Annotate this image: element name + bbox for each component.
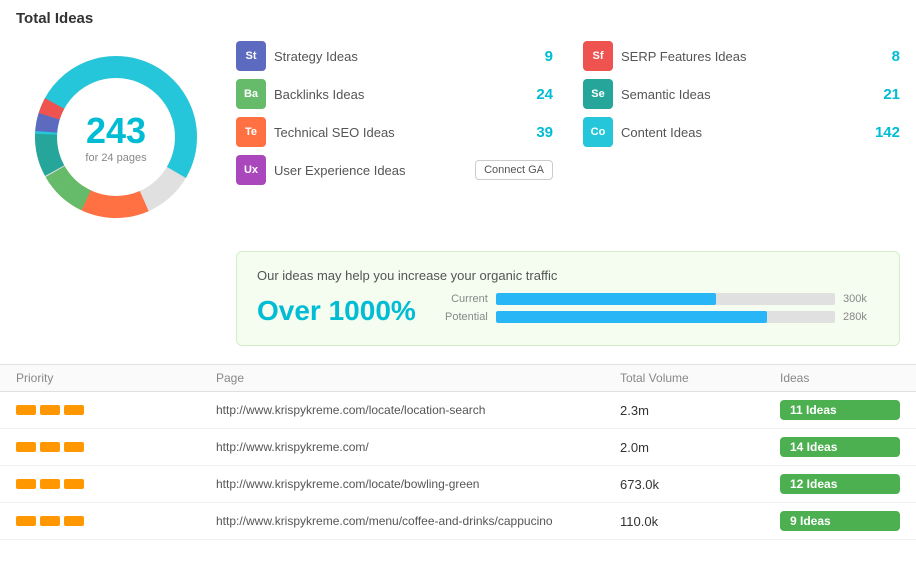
traffic-box: Our ideas may help you increase your org… — [236, 251, 900, 346]
connect-ga-button[interactable]: Connect GA — [475, 160, 553, 180]
priority-dot — [16, 516, 36, 526]
total-volume: 673.0k — [620, 477, 780, 492]
table-col-header: Page — [216, 371, 620, 385]
priority-dot — [64, 516, 84, 526]
traffic-title: Our ideas may help you increase your org… — [257, 268, 879, 283]
priority-dot — [64, 442, 84, 452]
priority-dots — [16, 442, 216, 452]
page-url[interactable]: http://www.krispykreme.com/ — [216, 440, 620, 454]
idea-row: Se Semantic Ideas 21 — [583, 79, 900, 109]
idea-row: Co Content Ideas 142 — [583, 117, 900, 147]
donut-chart: 243 for 24 pages — [16, 37, 216, 237]
priority-dots — [16, 516, 216, 526]
ideas-overview: 243 for 24 pages St Strategy Ideas 9 Sf … — [16, 37, 900, 237]
total-volume: 2.0m — [620, 440, 780, 455]
table-col-header: Total Volume — [620, 371, 780, 385]
idea-label: Backlinks Ideas — [274, 87, 522, 102]
table-header: PriorityPageTotal VolumeIdeas — [0, 365, 916, 392]
idea-badge: Co — [583, 117, 613, 147]
bar-fill — [496, 293, 716, 305]
idea-badge: St — [236, 41, 266, 71]
idea-row: St Strategy Ideas 9 — [236, 41, 553, 71]
priority-dot — [64, 479, 84, 489]
idea-row: Te Technical SEO Ideas 39 — [236, 117, 553, 147]
traffic-bars: Current 300k Potential 280k — [436, 293, 879, 329]
idea-badge: Se — [583, 79, 613, 109]
ideas-badge: 11 Ideas — [780, 400, 900, 420]
idea-row: Sf SERP Features Ideas 8 — [583, 41, 900, 71]
bar-track — [496, 311, 835, 323]
priority-dot — [40, 479, 60, 489]
bar-row: Current 300k — [436, 293, 879, 305]
ideas-badge: 12 Ideas — [780, 474, 900, 494]
page-title: Total Ideas — [16, 10, 900, 27]
page-count: for 24 pages — [85, 152, 146, 164]
idea-row: Ba Backlinks Ideas 24 — [236, 79, 553, 109]
priority-dot — [16, 442, 36, 452]
table-section: PriorityPageTotal VolumeIdeas http://www… — [0, 364, 916, 540]
idea-badge: Te — [236, 117, 266, 147]
page-url[interactable]: http://www.krispykreme.com/locate/bowlin… — [216, 477, 620, 491]
idea-label: Semantic Ideas — [621, 87, 869, 102]
idea-count: 39 — [536, 124, 553, 141]
bar-track — [496, 293, 835, 305]
idea-label: Content Ideas — [621, 125, 861, 140]
total-volume: 2.3m — [620, 403, 780, 418]
ideas-badge: 14 Ideas — [780, 437, 900, 457]
priority-dots — [16, 479, 216, 489]
priority-dot — [16, 405, 36, 415]
idea-badge: Sf — [583, 41, 613, 71]
page-url[interactable]: http://www.krispykreme.com/locate/locati… — [216, 403, 620, 417]
priority-dot — [40, 442, 60, 452]
idea-label: Technical SEO Ideas — [274, 125, 522, 140]
table-row: http://www.krispykreme.com/locate/locati… — [0, 392, 916, 429]
priority-dots — [16, 405, 216, 415]
table-row: http://www.krispykreme.com/ 2.0m 14 Idea… — [0, 429, 916, 466]
idea-label: SERP Features Ideas — [621, 49, 878, 64]
idea-badge: Ba — [236, 79, 266, 109]
idea-label: Strategy Ideas — [274, 49, 531, 64]
table-col-header: Ideas — [780, 371, 900, 385]
idea-count: 21 — [883, 86, 900, 103]
bar-label: Current — [436, 293, 488, 305]
bar-label: Potential — [436, 311, 488, 323]
table-row: http://www.krispykreme.com/locate/bowlin… — [0, 466, 916, 503]
bar-fill — [496, 311, 767, 323]
idea-row: Ux User Experience Ideas Connect GA — [236, 155, 553, 185]
table-col-header: Priority — [16, 371, 216, 385]
ideas-grid: St Strategy Ideas 9 Sf SERP Features Ide… — [236, 41, 900, 185]
ideas-badge: 9 Ideas — [780, 511, 900, 531]
idea-label: User Experience Ideas — [274, 163, 461, 178]
bar-row: Potential 280k — [436, 311, 879, 323]
idea-count: 24 — [536, 86, 553, 103]
table-row: http://www.krispykreme.com/menu/coffee-a… — [0, 503, 916, 540]
total-volume: 110.0k — [620, 514, 780, 529]
priority-dot — [40, 405, 60, 415]
page-url[interactable]: http://www.krispykreme.com/menu/coffee-a… — [216, 514, 620, 528]
idea-count: 9 — [545, 48, 553, 65]
traffic-percent: Over 1000% — [257, 295, 416, 327]
idea-count: 142 — [875, 124, 900, 141]
bar-value: 300k — [843, 293, 879, 305]
idea-count: 8 — [892, 48, 900, 65]
priority-dot — [40, 516, 60, 526]
bar-value: 280k — [843, 311, 879, 323]
total-count: 243 — [85, 110, 146, 152]
priority-dot — [64, 405, 84, 415]
priority-dot — [16, 479, 36, 489]
idea-badge: Ux — [236, 155, 266, 185]
